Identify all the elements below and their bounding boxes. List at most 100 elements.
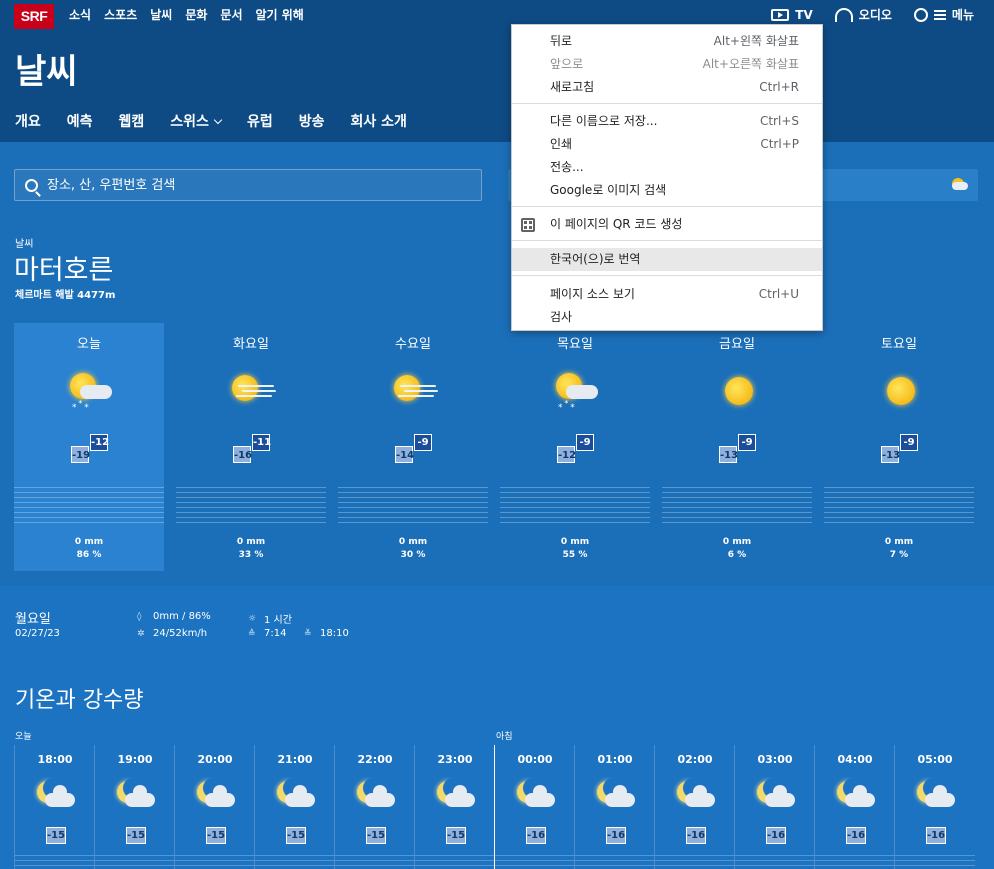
tv-label: TV <box>795 7 813 22</box>
location-name: 마터호른 <box>14 255 114 286</box>
search-icon <box>25 178 38 192</box>
location-search[interactable] <box>14 169 482 201</box>
hour-time: 19:00 <box>117 753 153 766</box>
hour-column[interactable]: 05:00 -16 <box>894 745 980 869</box>
subnav-about[interactable]: 회사 소개 <box>350 111 406 131</box>
wind-icon: ✲ <box>137 628 145 639</box>
day-name: 오늘 <box>77 337 101 352</box>
hour-column[interactable]: 03:00 -16 <box>734 745 815 869</box>
search-icon <box>913 7 928 22</box>
topnav-knowledge[interactable]: 알기 위해 <box>256 6 304 23</box>
hour-column[interactable]: 00:00 -16 <box>494 745 575 869</box>
cloud-icon <box>285 785 315 807</box>
cloud-icon <box>525 785 555 807</box>
menu-item-print[interactable]: 인쇄 Ctrl+P <box>512 133 822 156</box>
day-name: 화요일 <box>233 337 269 352</box>
precip-bars <box>15 855 95 869</box>
menu-item-view-source[interactable]: 페이지 소스 보기 Ctrl+U <box>512 283 822 306</box>
sun-icon <box>876 371 924 411</box>
topnav-weather[interactable]: 날씨 <box>150 6 172 23</box>
menu-item-shortcut: Ctrl+P <box>760 137 799 151</box>
subnav-overview[interactable]: 개요 <box>15 111 41 131</box>
sun-cloud-snow-icon: *** <box>66 371 114 413</box>
precip-amount: 0 mm <box>884 537 914 547</box>
hour-column[interactable]: 04:00 -16 <box>814 745 895 869</box>
menu-item-forward[interactable]: 앞으로 Alt+오른쪽 화살표 <box>512 53 822 76</box>
subnav-switzerland-label: 스위스 <box>170 114 209 130</box>
menu-item-cast[interactable]: 전송... <box>512 156 822 179</box>
menu-separator <box>512 275 822 276</box>
hour-column[interactable]: 19:00 -15 <box>94 745 175 869</box>
precip-bars <box>335 855 415 869</box>
hour-column[interactable]: 23:00 -15 <box>414 745 495 869</box>
hour-column[interactable]: 02:00 -16 <box>654 745 735 869</box>
menu-button[interactable]: 메뉴 <box>913 6 974 23</box>
day-card[interactable]: 오늘 *** -12 -19 0 mm 86 % <box>14 323 164 571</box>
temp-min: -13 <box>719 446 738 463</box>
subnav-webcam[interactable]: 웹캠 <box>119 111 145 131</box>
precip-bars <box>255 855 335 869</box>
audio-link[interactable]: 오디오 <box>834 6 892 23</box>
menu-item-save-as[interactable]: 다른 이름으로 저장... Ctrl+S <box>512 110 822 133</box>
topnav-documents[interactable]: 문서 <box>220 6 242 23</box>
detail-day: 월요일 <box>15 612 51 627</box>
menu-item-google-image-search[interactable]: Google로 이미지 검색 <box>512 179 822 202</box>
cloud-icon <box>45 785 75 807</box>
hour-column[interactable]: 01:00 -16 <box>574 745 655 869</box>
menu-item-label: 인쇄 <box>550 137 573 151</box>
sunset-icon: ≚ <box>304 628 312 639</box>
hour-column[interactable]: 21:00 -15 <box>254 745 335 869</box>
subnav-broadcast[interactable]: 방송 <box>299 111 325 131</box>
hour-temp: -16 <box>846 827 866 844</box>
temp-max: -9 <box>738 434 756 451</box>
sun-fog-icon <box>390 371 438 411</box>
menu-item-qr-code[interactable]: 이 페이지의 QR 코드 생성 <box>512 213 822 236</box>
menu-item-shortcut: Alt+오른쪽 화살표 <box>702 57 799 71</box>
menu-item-back[interactable]: 뒤로 Alt+왼쪽 화살표 <box>512 30 822 53</box>
topnav-sports[interactable]: 스포츠 <box>104 6 137 23</box>
menu-separator <box>512 103 822 104</box>
topnav-culture[interactable]: 문화 <box>185 6 207 23</box>
precip-bars <box>175 855 255 869</box>
menu-item-label: 앞으로 <box>550 57 584 71</box>
search-input[interactable] <box>47 177 467 193</box>
day-card[interactable]: 화요일 -11 -16 0 mm 33 % <box>176 323 326 571</box>
hour-time: 22:00 <box>357 753 393 766</box>
menu-item-reload[interactable]: 새로고침 Ctrl+R <box>512 76 822 99</box>
day-card[interactable]: 토요일 -9 -13 0 mm 7 % <box>824 323 974 571</box>
hour-temp: -15 <box>46 827 66 844</box>
precip-bars <box>495 855 575 869</box>
day-card[interactable]: 목요일 *** -9 -12 0 mm 55 % <box>500 323 650 571</box>
detail-wind-value: 24/52km/h <box>153 628 208 639</box>
hour-column[interactable]: 22:00 -15 <box>334 745 415 869</box>
precip-bars <box>895 855 975 869</box>
topnav-news[interactable]: 소식 <box>69 6 91 23</box>
hour-temp: -16 <box>686 827 706 844</box>
day-card[interactable]: 금요일 -9 -13 0 mm 6 % <box>662 323 812 571</box>
precip-probability: 6 % <box>727 550 747 560</box>
day-name: 목요일 <box>557 337 593 352</box>
menu-item-label: 다른 이름으로 저장... <box>550 114 658 128</box>
period-morning-label: 아침 <box>496 732 513 742</box>
cloud-icon <box>685 785 715 807</box>
detail-sunset: ≚ 18:10 <box>304 628 349 639</box>
menu-item-translate[interactable]: 한국어(으)로 번역 <box>512 248 822 271</box>
subnav-forecast[interactable]: 예측 <box>67 111 93 131</box>
cloud-icon <box>205 785 235 807</box>
hour-column[interactable]: 18:00 -15 <box>14 745 95 869</box>
tv-link[interactable]: TV <box>771 7 813 22</box>
day-card[interactable]: 수요일 -9 -14 0 mm 30 % <box>338 323 488 571</box>
day-name: 수요일 <box>395 337 431 352</box>
menu-item-label: 이 페이지의 QR 코드 생성 <box>550 217 683 231</box>
hour-column[interactable]: 20:00 -15 <box>174 745 255 869</box>
hour-time: 04:00 <box>837 753 873 766</box>
precip-bars <box>176 487 326 527</box>
subnav-europe[interactable]: 유럽 <box>247 111 273 131</box>
hour-time: 23:00 <box>437 753 473 766</box>
subnav-switzerland[interactable]: 스위스 <box>170 111 223 131</box>
top-navigation: 소식 스포츠 날씨 문화 문서 알기 위해 <box>69 6 304 23</box>
menu-item-inspect[interactable]: 검사 <box>512 306 822 329</box>
hour-temp: -16 <box>766 827 786 844</box>
srf-logo[interactable]: SRF <box>14 4 54 29</box>
detail-precip: ◊ 0mm / 86% <box>137 611 211 622</box>
